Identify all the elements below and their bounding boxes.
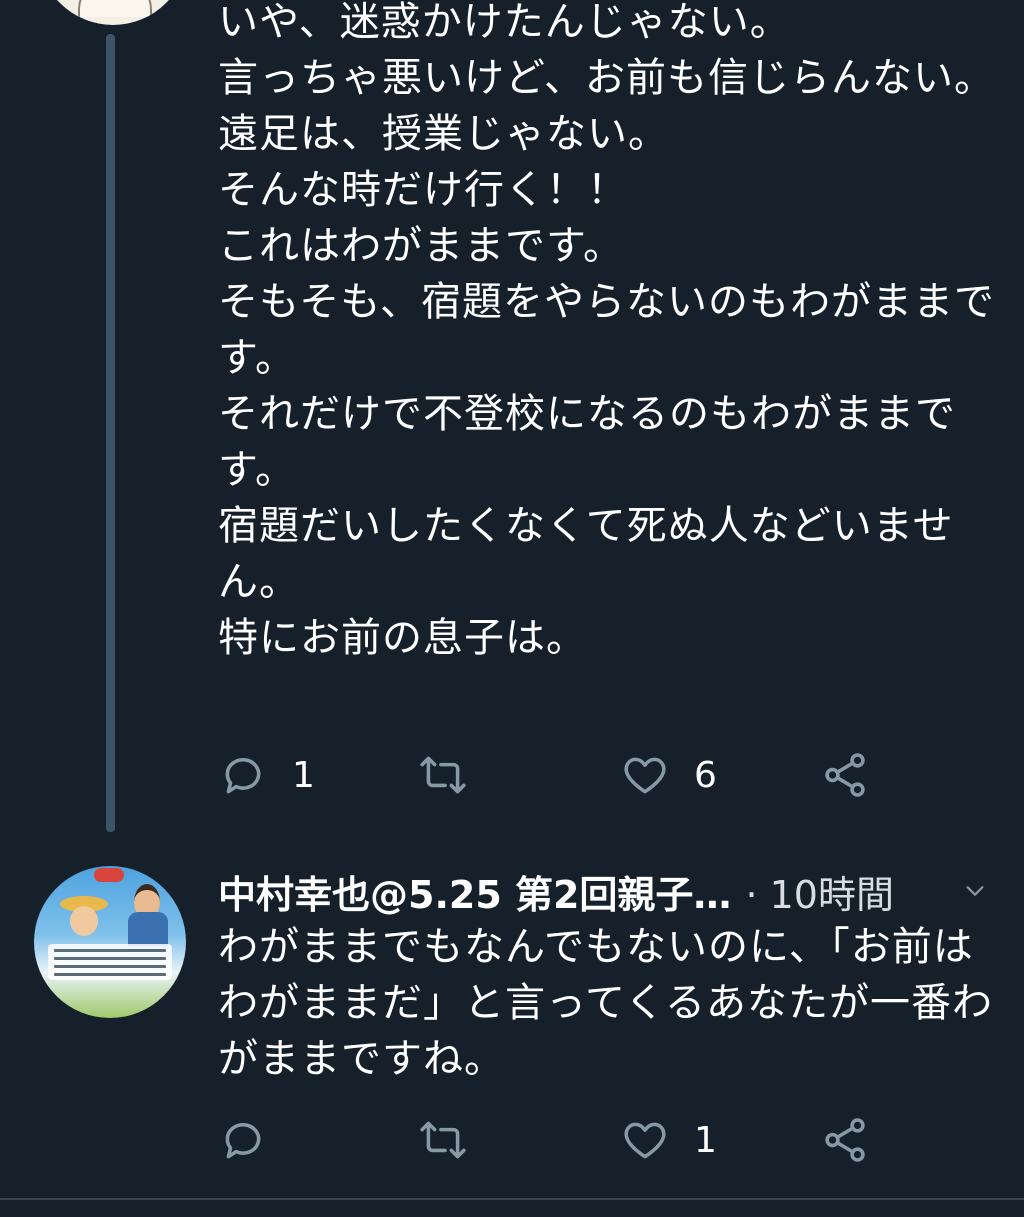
author-name[interactable]: 中村幸也@5.25 第2回親子… [218,864,731,919]
reply-button[interactable] [218,1110,268,1170]
avatar-text-banner [48,944,172,980]
like-count: 1 [694,1119,717,1161]
parent-tweet-actions: 1 6 [218,745,978,805]
retweet-button[interactable] [418,745,468,805]
reply-tweet-text: わがままでもなんでもないのに、「お前はわがままだ」と言ってくるあなたが一番わがま… [218,924,993,1082]
avatar-badge [94,868,124,882]
share-button[interactable] [820,745,870,805]
parent-tweet-text: いや、迷惑かけたんじゃない。 言っちゃ悪いけど、お前も信じらんない。 遠足は、授… [218,0,995,661]
tweet-divider [0,1198,1024,1200]
retweet-icon [420,1121,466,1159]
share-icon [825,753,865,797]
like-button[interactable]: 1 [620,1110,717,1170]
like-count: 6 [694,754,717,796]
heart-icon [624,757,666,794]
reply-button[interactable]: 1 [218,745,315,805]
reply-author-avatar[interactable] [34,866,186,1018]
retweet-button[interactable] [418,1110,468,1170]
comment-bubble-icon [225,758,261,794]
reply-count: 1 [292,754,315,796]
heart-icon [624,1122,666,1159]
avatar-person-left [70,906,98,936]
avatar-person-right-shirt [128,912,168,946]
like-button[interactable]: 6 [620,745,717,805]
reply-tweet-actions: 1 [218,1110,978,1170]
comment-bubble-icon [225,1123,261,1159]
retweet-icon [420,756,466,794]
parent-author-avatar[interactable] [38,0,188,25]
tweet-timestamp[interactable]: · 10時間 [745,864,894,919]
thread-connector-line [106,34,115,832]
chevron-down-icon[interactable] [964,880,986,902]
reply-tweet-header: 中村幸也@5.25 第2回親子… · 10時間 [218,864,1008,919]
share-button[interactable] [820,1110,870,1170]
share-icon [825,1118,865,1162]
avatar-illustration [78,0,152,17]
